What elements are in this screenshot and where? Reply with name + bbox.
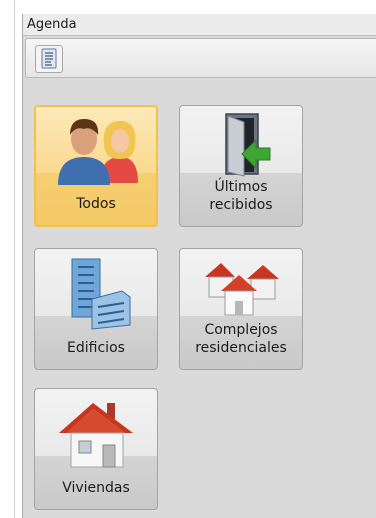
tile-todos[interactable]: Todos [34,105,158,227]
tile-edificios-label: Edificios [67,340,125,356]
toolbar [25,38,376,78]
buildings-icon [71,258,131,330]
tile-complejos-residenciales-label: Complejos residenciales [195,322,287,356]
tile-ultimos-recibidos[interactable]: Últimos recibidos [179,105,303,227]
tile-complejos-residenciales[interactable]: Complejos residenciales [179,248,303,370]
document-list-icon [41,48,57,69]
tile-ultimos-recibidos-label: Últimos recibidos [209,179,273,213]
tile-edificios[interactable]: Edificios [34,248,158,370]
people-icon [58,119,138,185]
panel-header: Agenda [23,14,376,36]
panel-title: Agenda [27,17,77,32]
tile-viviendas[interactable]: Viviendas [34,388,158,510]
tile-viviendas-label: Viviendas [62,480,130,496]
houses-icon [205,263,279,316]
left-strip [0,0,15,518]
house-icon [59,403,133,468]
agenda-panel: Agenda Todos Últimos recibidos Edificios… [22,14,376,518]
door-arrow-icon [225,113,271,177]
tile-todos-label: Todos [76,196,116,212]
document-list-button[interactable] [35,45,63,73]
